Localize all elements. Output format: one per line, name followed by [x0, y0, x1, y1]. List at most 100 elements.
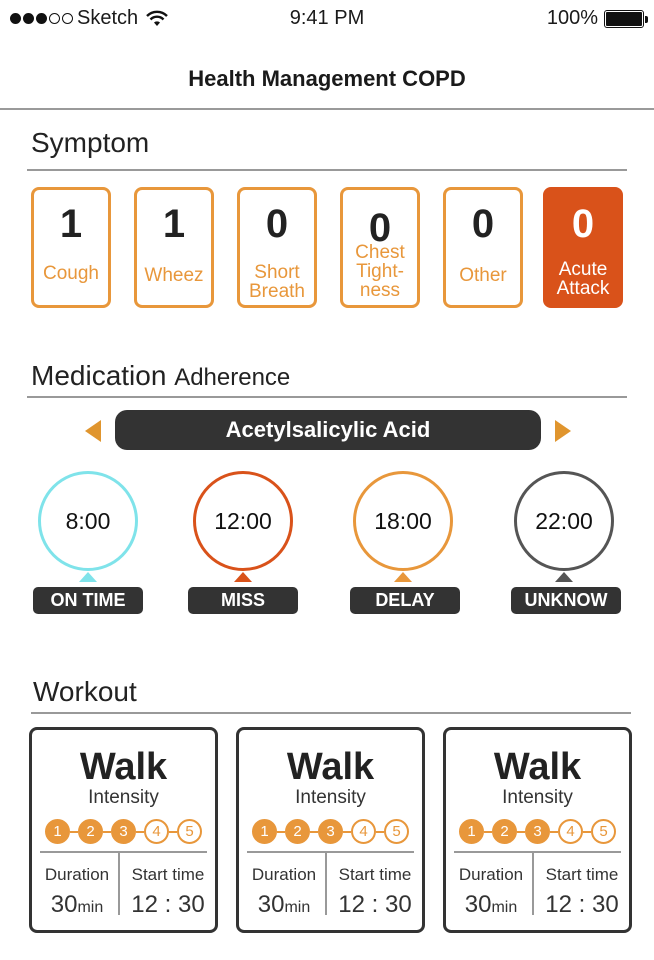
dose-status-badge: MISS	[188, 587, 298, 614]
dose-time-circle[interactable]: 18:00	[353, 471, 453, 571]
card-column-divider	[532, 853, 534, 915]
medication-divider	[27, 396, 627, 398]
medication-title-sub: Adherence	[174, 364, 291, 391]
duration-label: Duration	[251, 865, 317, 884]
intensity-level: 3	[525, 819, 550, 844]
start-time-label: Start time	[545, 865, 619, 884]
symptom-divider	[27, 169, 627, 171]
dose-time-circle[interactable]: 12:00	[193, 471, 293, 571]
symptom-count: 0	[265, 202, 289, 246]
start-time-cell: Start time 12 : 30	[122, 865, 214, 919]
duration-value: 30	[257, 891, 285, 918]
duration-value: 30	[464, 891, 492, 918]
medication-title-main: Medication	[31, 360, 167, 391]
duration-value: 30	[50, 891, 78, 918]
workout-activity: Walk	[286, 746, 375, 788]
start-time-value: 12 : 30	[545, 891, 619, 918]
duration-unit: min	[284, 899, 311, 916]
intensity-level: 2	[285, 819, 310, 844]
workout-activity: Walk	[493, 746, 582, 788]
intensity-label: Intensity	[295, 787, 366, 808]
status-bar: Sketch 9:41 PM 100%	[0, 0, 654, 40]
symptom-acute-attack-button[interactable]: 0 Acute Attack	[543, 187, 623, 308]
intensity-level: 5	[591, 819, 616, 844]
duration-cell: Duration 30min	[450, 865, 532, 919]
symptom-chest-tightness-button[interactable]: 0 Chest Tight-ness	[340, 187, 420, 308]
intensity-level: 4	[351, 819, 376, 844]
intensity-level: 1	[45, 819, 70, 844]
status-pointer-icon	[555, 572, 573, 582]
battery-percent: 100%	[546, 7, 598, 29]
symptom-label: Chest Tight-ness	[355, 242, 405, 301]
intensity-label: Intensity	[88, 787, 159, 808]
next-drug-arrow-icon[interactable]	[555, 420, 571, 442]
start-time-label: Start time	[338, 865, 412, 884]
dose-time-circle[interactable]: 8:00	[38, 471, 138, 571]
symptom-label: Wheez	[144, 265, 204, 286]
card-column-divider	[118, 853, 120, 915]
symptom-cough-button[interactable]: 1 Cough	[31, 187, 111, 308]
status-pointer-icon	[234, 572, 252, 582]
symptom-label: Cough	[43, 263, 99, 284]
nav-divider	[0, 108, 654, 110]
start-time-label: Start time	[131, 865, 205, 884]
workout-divider	[31, 712, 631, 714]
workout-activity: Walk	[79, 746, 168, 788]
symptom-label: Acute Attack	[556, 259, 610, 299]
card-divider	[454, 851, 621, 853]
symptom-label: Other	[459, 265, 507, 286]
start-time-cell: Start time 12 : 30	[536, 865, 628, 919]
start-time-cell: Start time 12 : 30	[329, 865, 421, 919]
symptom-short-breath-button[interactable]: 0 Short Breath	[237, 187, 317, 308]
intensity-level: 3	[111, 819, 136, 844]
symptom-count: 1	[59, 202, 83, 246]
dose-time-circle[interactable]: 22:00	[514, 471, 614, 571]
symptom-count: 0	[571, 202, 595, 246]
workout-section-title: Workout	[33, 676, 137, 707]
intensity-scale: 1 2 3 4 5	[446, 819, 629, 844]
start-time-value: 12 : 30	[338, 891, 412, 918]
workout-card[interactable]: Walk Intensity 1 2 3 4 5 Duration 30min …	[29, 727, 218, 933]
status-pointer-icon	[79, 572, 97, 582]
intensity-level: 5	[177, 819, 202, 844]
intensity-level: 2	[78, 819, 103, 844]
symptom-other-button[interactable]: 0 Other	[443, 187, 523, 308]
battery-indicator: 100%	[546, 7, 648, 30]
status-pointer-icon	[394, 572, 412, 582]
symptom-section-title: Symptom	[31, 127, 150, 158]
intensity-level: 2	[492, 819, 517, 844]
intensity-level: 4	[558, 819, 583, 844]
intensity-scale: 1 2 3 4 5	[32, 819, 215, 844]
battery-icon	[604, 9, 648, 28]
card-column-divider	[325, 853, 327, 915]
symptom-count: 0	[471, 202, 495, 246]
duration-cell: Duration 30min	[243, 865, 325, 919]
drug-selector[interactable]: Acetylsalicylic Acid	[115, 410, 541, 450]
intensity-scale: 1 2 3 4 5	[239, 819, 422, 844]
duration-cell: Duration 30min	[36, 865, 118, 919]
medication-section-title: Medication Adherence	[31, 360, 290, 392]
symptom-wheez-button[interactable]: 1 Wheez	[134, 187, 214, 308]
workout-card[interactable]: Walk Intensity 1 2 3 4 5 Duration 30min …	[236, 727, 425, 933]
intensity-level: 4	[144, 819, 169, 844]
intensity-level: 1	[252, 819, 277, 844]
symptom-label: Short Breath	[249, 262, 305, 302]
dose-status-badge: ON TIME	[33, 587, 143, 614]
previous-drug-arrow-icon[interactable]	[85, 420, 101, 442]
dose-status-badge: UNKNOW	[511, 587, 621, 614]
duration-unit: min	[77, 899, 104, 916]
duration-label: Duration	[44, 865, 110, 884]
page-title: Health Management COPD	[188, 66, 466, 91]
card-divider	[40, 851, 207, 853]
duration-label: Duration	[458, 865, 524, 884]
workout-card[interactable]: Walk Intensity 1 2 3 4 5 Duration 30min …	[443, 727, 632, 933]
dose-status-badge: DELAY	[350, 587, 460, 614]
intensity-level: 3	[318, 819, 343, 844]
intensity-level: 5	[384, 819, 409, 844]
symptom-count: 1	[162, 202, 186, 246]
duration-unit: min	[491, 899, 518, 916]
card-divider	[247, 851, 414, 853]
intensity-level: 1	[459, 819, 484, 844]
intensity-label: Intensity	[502, 787, 573, 808]
start-time-value: 12 : 30	[131, 891, 205, 918]
